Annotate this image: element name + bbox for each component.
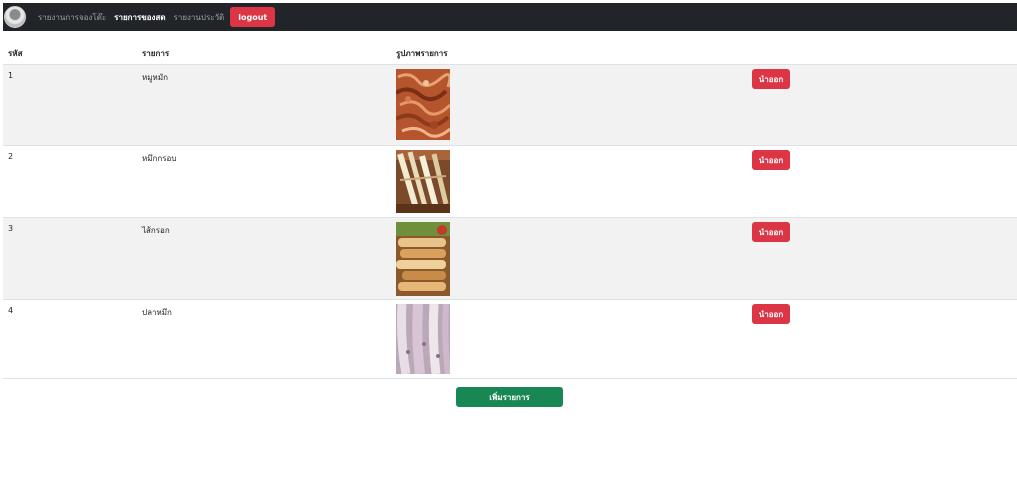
items-table: รหัส รายการ รูปภาพรายการ 1 หมูหมัก นำออก…: [3, 41, 1017, 379]
table-row: 2 หมึกกรอบ นำออก: [3, 146, 1017, 218]
row-id: 1: [8, 71, 14, 80]
user-avatar[interactable]: [4, 6, 26, 28]
row-name: ไส้กรอก: [142, 226, 170, 235]
row-id: 3: [8, 224, 14, 233]
header-id: รหัส: [8, 49, 23, 58]
row-id: 2: [8, 152, 14, 161]
header-image: รูปภาพรายการ: [396, 49, 448, 58]
crispy-squid-photo: [396, 150, 450, 213]
table-header: รหัส รายการ รูปภาพรายการ: [3, 41, 1017, 65]
row-name: หมึกกรอบ: [142, 154, 177, 163]
nav-link-table-reservations[interactable]: รายงานการจองโต๊ะ: [38, 11, 106, 24]
add-item-button[interactable]: เพิ่มรายการ: [456, 387, 563, 407]
sausage-photo: [396, 222, 450, 296]
table-row: 3 ไส้กรอก นำออก: [3, 218, 1017, 300]
remove-button[interactable]: นำออก: [752, 304, 790, 324]
row-name: หมูหมัก: [142, 73, 168, 82]
row-name: ปลาหมึก: [142, 308, 172, 317]
nav-link-history-report[interactable]: รายงานประวัติ: [174, 11, 225, 24]
table-row: 4 ปลาหมึก นำออก: [3, 300, 1017, 379]
marinated-pork-photo: [396, 69, 450, 140]
squid-photo: [396, 304, 450, 374]
header-name: รายการ: [142, 49, 170, 58]
row-id: 4: [8, 306, 14, 315]
remove-button[interactable]: นำออก: [752, 222, 790, 242]
nav-link-fresh-items[interactable]: รายการของสด: [114, 11, 165, 24]
table-row: 1 หมูหมัก นำออก: [3, 65, 1017, 146]
logout-button[interactable]: logout: [230, 7, 276, 27]
remove-button[interactable]: นำออก: [752, 69, 790, 89]
remove-button[interactable]: นำออก: [752, 150, 790, 170]
navbar: รายงานการจองโต๊ะ รายการของสด รายงานประวั…: [3, 3, 1017, 31]
